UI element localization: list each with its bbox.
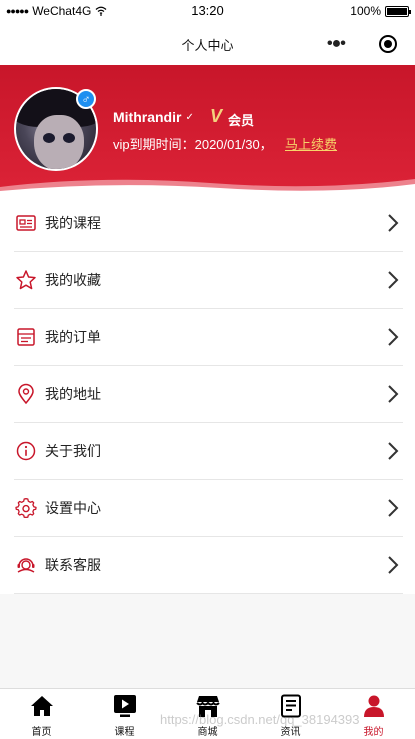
chevron-right-icon [388,442,399,460]
tab-home[interactable]: 首页 [0,689,83,739]
male-gender-icon: ♂ [76,89,96,109]
tab-label: 课程 [114,727,135,738]
menu-item-my-courses[interactable]: 我的课程 [14,195,403,252]
username-text: Mithrandir [113,109,182,125]
menu-item-label: 我的订单 [45,329,101,345]
battery-percent: 100% [350,4,381,18]
info-icon [16,441,36,461]
tab-label: 商城 [197,727,218,738]
home-icon [30,696,53,716]
chevron-right-icon [388,328,399,346]
chevron-right-icon [388,214,399,232]
menu-item-label: 我的地址 [45,386,101,402]
status-right: 100% [350,4,411,18]
shop-icon [195,696,220,717]
chevron-right-icon [388,385,399,403]
tab-label: 首页 [31,727,52,738]
play-icon [113,695,136,717]
tab-courses[interactable]: 课程 [83,689,166,739]
order-icon [17,328,35,346]
tab-label: 我的 [363,727,384,738]
verified-icon: ✓ [185,111,194,123]
tab-label: 资讯 [280,727,301,738]
menu-item-my-orders[interactable]: 我的订单 [14,309,403,366]
target-circle-icon[interactable] [379,35,397,53]
menu-item-label: 我的课程 [45,215,101,231]
location-pin-icon [18,383,34,405]
menu-item-settings[interactable]: 设置中心 [14,480,403,537]
more-dots-icon[interactable]: •●• [327,35,346,53]
tab-shop[interactable]: 商城 [166,689,249,739]
vip-icon: V [210,106,223,126]
menu-item-label: 联系客服 [45,557,101,573]
vip-label: 会员 [228,113,255,128]
star-icon [16,270,36,290]
chevron-right-icon [388,271,399,289]
gear-icon [15,498,37,519]
chevron-right-icon [388,499,399,517]
vip-expiry-text: vip到期时间：2020/01/30， [113,137,273,152]
menu-item-about-us[interactable]: 关于我们 [14,423,403,480]
username: Mithrandir ✓ [113,109,194,125]
menu-item-my-favorites[interactable]: 我的收藏 [14,252,403,309]
tab-news[interactable]: 资讯 [249,689,332,739]
menu-item-my-address[interactable]: 我的地址 [14,366,403,423]
battery-icon [385,5,411,17]
header-wave [0,179,415,195]
tab-mine[interactable]: 我的 [332,689,415,739]
menu-item-label: 我的收藏 [45,272,101,288]
tab-bar: 首页 课程 商城 资讯 我的 [0,688,415,739]
course-card-icon [16,215,36,231]
menu-item-label: 设置中心 [45,500,101,516]
chevron-right-icon [388,556,399,574]
nav-bar: 个人中心 •●• [0,22,415,65]
customer-service-icon [17,558,35,573]
profile-header: ♂ Mithrandir ✓ V 会员 vip到期时间：2020/01/30， … [0,65,415,195]
news-icon [280,694,301,718]
menu-list: 我的课程 我的收藏 我的订单 我的地址 关于我们 设置中心 联系客服 [0,195,415,594]
user-icon [363,695,384,717]
menu-item-label: 关于我们 [45,443,101,459]
menu-item-customer-service[interactable]: 联系客服 [14,537,403,594]
status-bar: ●●●●● WeChat4G 13:20 100% [0,0,415,22]
mini-program-capsule: •●• [327,32,397,56]
renew-link[interactable]: 马上续费 [285,134,337,153]
